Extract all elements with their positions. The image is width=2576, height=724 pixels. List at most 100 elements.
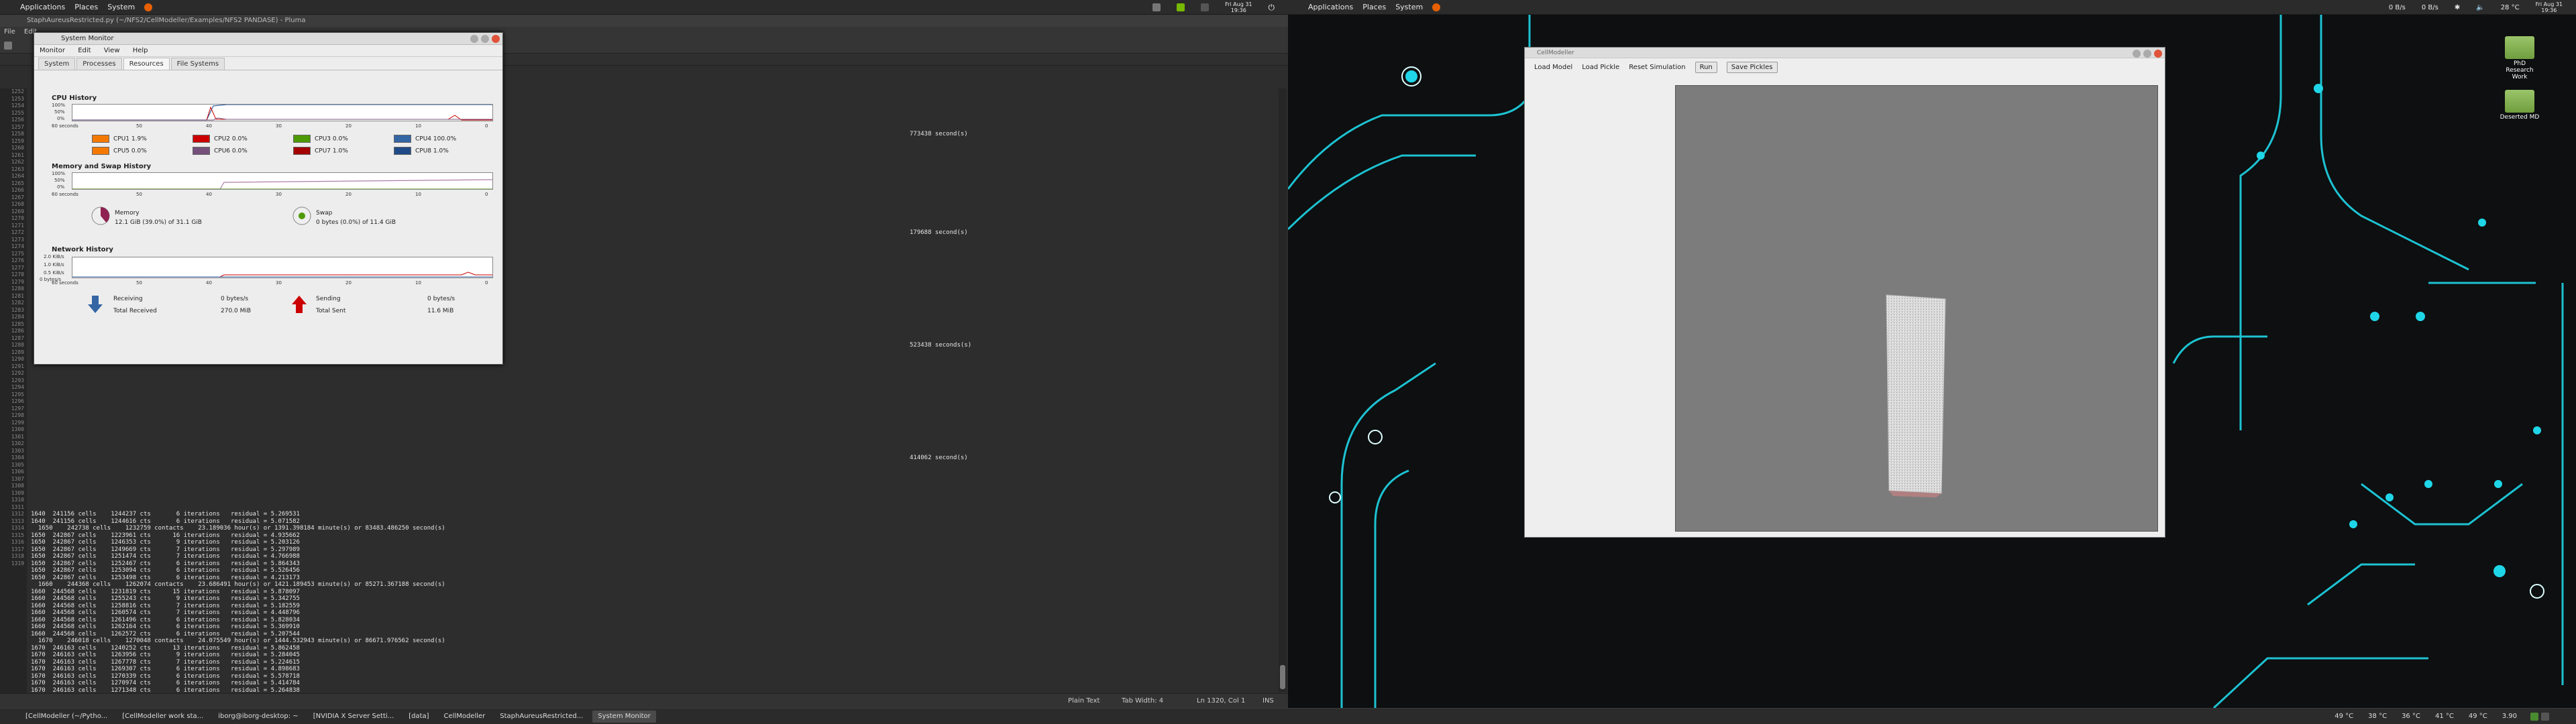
cpu-legend-item[interactable]: CPU7 1.0%	[293, 147, 348, 155]
net-xtick: 0	[485, 280, 488, 286]
display-icon[interactable]	[1152, 3, 1161, 11]
load-pickle-button[interactable]: Load Pickle	[1582, 64, 1619, 71]
system-monitor-titlebar[interactable]: System Monitor	[34, 33, 502, 45]
cellmodeller-toolbar: Load Model Load Pickle Reset Simulation …	[1525, 58, 2165, 76]
volume-icon[interactable]: 🔈	[2476, 4, 2484, 11]
code-line: 1650 242867 cells 1249669 cts 7 iteratio…	[31, 546, 300, 553]
workspace-switcher-icon[interactable]	[2530, 712, 2538, 721]
menu-applications-right[interactable]: Applications	[1308, 3, 1353, 11]
color-swatch[interactable]	[394, 135, 411, 143]
maximize-button[interactable]	[2143, 50, 2151, 58]
bluetooth-icon[interactable]: ✱	[2455, 4, 2460, 11]
right-tray: 0 B/s 0 B/s ✱ 🔈 28 °C Fri Aug 31 19:36	[2389, 0, 2572, 15]
taskbar-window-button[interactable]: [NVIDIA X Server Setti...	[308, 711, 400, 723]
line-number: 1297	[11, 405, 24, 412]
workspace-switcher-icon[interactable]	[2541, 712, 2549, 721]
menu-system[interactable]: System	[107, 3, 135, 11]
cpu-legend-item[interactable]: CPU6 0.0%	[193, 147, 248, 155]
code-line: 1670 246163 cells 1263956 cts 9 iteratio…	[31, 652, 300, 658]
right-clock[interactable]: Fri Aug 31 19:36	[2536, 1, 2563, 13]
save-pickles-button[interactable]: Save Pickles	[1726, 61, 1778, 73]
line-number: 1276	[11, 257, 24, 263]
line-number: 1256	[11, 117, 24, 123]
menu-system-right[interactable]: System	[1395, 3, 1423, 11]
cpu-legend-label: CPU4 100.0%	[415, 135, 457, 143]
line-number: 1299	[11, 419, 24, 426]
cpu-legend-item[interactable]: CPU8 1.0%	[394, 147, 449, 155]
mem-xtick: 60 seconds	[52, 192, 78, 197]
close-button[interactable]	[2154, 50, 2162, 58]
tab-width-selector[interactable]: Tab Width: 4	[1122, 697, 1163, 705]
taskbar-window-button[interactable]: StaphAureusRestricted...	[494, 711, 588, 723]
cpu-legend-item[interactable]: CPU3 0.0%	[293, 135, 348, 143]
menu-places[interactable]: Places	[74, 3, 98, 11]
cpu2-line	[72, 106, 492, 121]
color-swatch[interactable]	[92, 135, 109, 143]
cpu-xtick: 0	[485, 123, 488, 129]
line-number: 1270	[11, 215, 24, 221]
line-number: 1305	[11, 461, 24, 468]
minimize-button[interactable]	[470, 35, 478, 43]
cpu-legend-item[interactable]: CPU5 0.0%	[92, 147, 147, 155]
color-swatch[interactable]	[293, 135, 311, 143]
run-button[interactable]: Run	[1695, 61, 1717, 73]
firefox-icon[interactable]	[1432, 3, 1441, 11]
menu-help[interactable]: Help	[133, 47, 148, 54]
color-swatch[interactable]	[394, 147, 411, 155]
desktop-folder-phd-research[interactable]: PhD Research Work	[2500, 36, 2540, 80]
power-icon[interactable]: ⏻	[1269, 3, 1275, 13]
tab-system[interactable]: System	[38, 58, 76, 70]
taskbar-window-button[interactable]: CellModeller	[439, 711, 491, 723]
net-xtick: 60 seconds	[52, 280, 78, 286]
tab-resources[interactable]: Resources	[123, 58, 170, 70]
code-line: 1670 246163 cells 1270339 cts 6 iteratio…	[31, 672, 300, 680]
color-swatch[interactable]	[293, 147, 311, 155]
language-selector[interactable]: Plain Text	[1068, 697, 1099, 705]
maximize-button[interactable]	[481, 35, 489, 43]
taskbar-window-button[interactable]: [CellModeller work sta...	[117, 711, 209, 723]
line-number: 1314	[11, 525, 24, 531]
simulation-viewport[interactable]	[1675, 85, 2158, 532]
taskbar-window-button[interactable]: [CellModeller (~/Pytho...	[20, 711, 113, 723]
tab-file-systems[interactable]: File Systems	[170, 58, 225, 70]
color-swatch[interactable]	[193, 135, 210, 143]
cpu-legend-item[interactable]: CPU1 1.9%	[92, 135, 147, 143]
load-model-button[interactable]: Load Model	[1534, 64, 1572, 71]
cpu-frequency: 3.90	[2502, 712, 2517, 720]
editor-scrollbar[interactable]	[1279, 88, 1287, 692]
tab-processes[interactable]: Processes	[76, 58, 122, 70]
firefox-icon[interactable]	[144, 3, 153, 11]
taskbar-window-button[interactable]: System Monitor	[592, 710, 656, 723]
menu-edit[interactable]: Edit	[78, 47, 91, 54]
desktop-folder-deserted-md[interactable]: Deserted MD	[2500, 90, 2540, 121]
cellmodeller-titlebar[interactable]: CellModeller	[1525, 48, 2165, 58]
nvidia-icon[interactable]	[1177, 3, 1185, 11]
color-swatch[interactable]	[92, 147, 109, 155]
close-button[interactable]	[492, 35, 500, 43]
new-file-icon[interactable]	[4, 42, 12, 50]
taskbar-window-button[interactable]: [data]	[403, 711, 434, 723]
desktop-folder-label: Deserted MD	[2500, 114, 2540, 121]
menu-view[interactable]: View	[104, 47, 120, 54]
menu-monitor[interactable]: Monitor	[40, 47, 65, 54]
line-number: 1271	[11, 222, 24, 229]
network-icon[interactable]	[1201, 3, 1210, 11]
menu-applications[interactable]: Applications	[20, 3, 65, 11]
taskbar-window-button[interactable]: iborg@iborg-desktop: ~	[213, 711, 303, 723]
color-swatch[interactable]	[193, 147, 210, 155]
line-number: 1287	[11, 335, 24, 341]
cpu-legend-item[interactable]: CPU2 0.0%	[193, 135, 248, 143]
cpu-legend-item[interactable]: CPU4 100.0%	[394, 135, 456, 143]
editor-menu-file[interactable]: File	[4, 28, 15, 36]
cpu-legend-label: CPU6 0.0%	[214, 147, 248, 155]
minimize-button[interactable]	[2133, 50, 2141, 58]
scroll-thumb[interactable]	[1280, 665, 1285, 689]
menu-places-right[interactable]: Places	[1362, 3, 1386, 11]
line-number: 1310	[11, 497, 24, 503]
net-ytick: 2.0 KiB/s	[44, 254, 64, 259]
left-clock[interactable]: Fri Aug 31 19:36	[1225, 1, 1252, 13]
reset-simulation-button[interactable]: Reset Simulation	[1629, 64, 1685, 71]
